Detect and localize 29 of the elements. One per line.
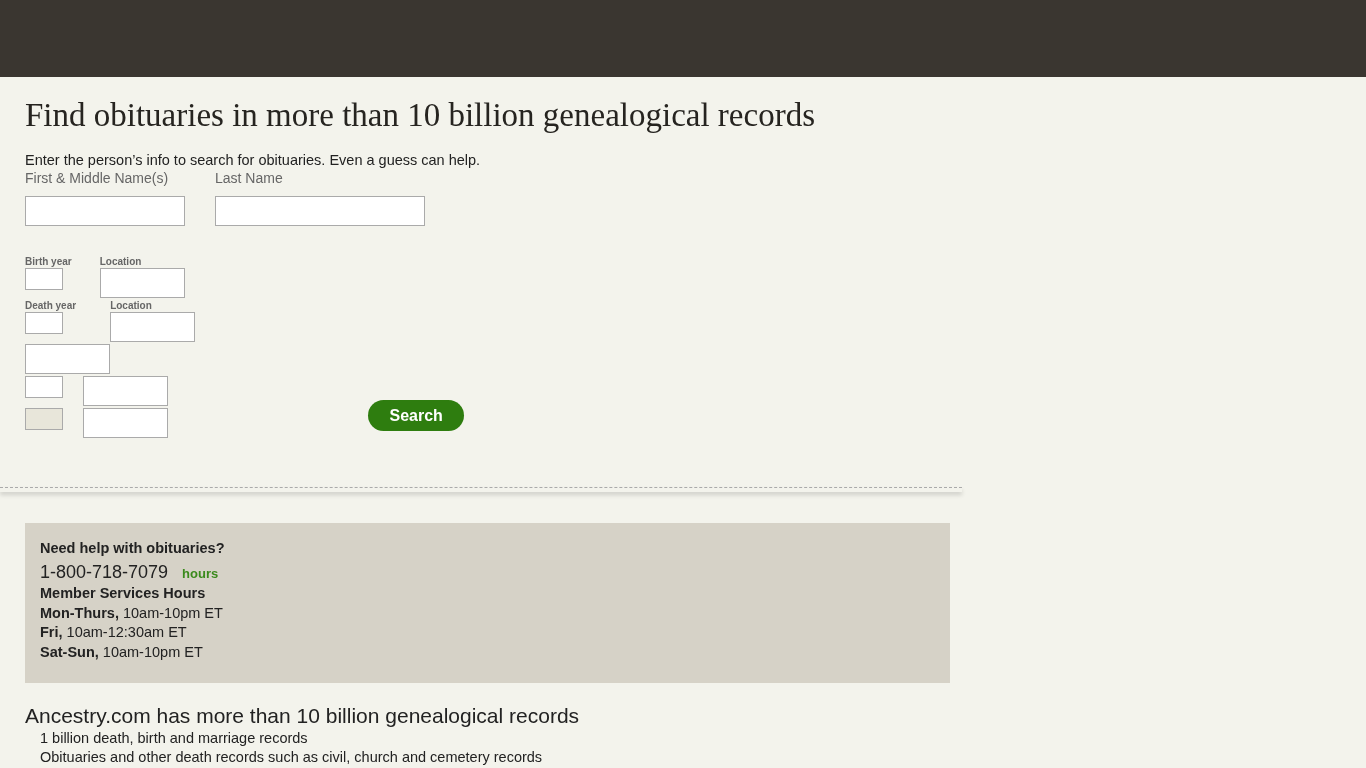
- location-input[interactable]: [83, 376, 168, 406]
- name-input[interactable]: [25, 196, 185, 226]
- year-input[interactable]: [25, 268, 63, 290]
- field-label: Location: [110, 300, 153, 312]
- hours-title: Member Services Hours: [40, 584, 207, 603]
- field-label: Birth year: [25, 256, 72, 268]
- hours-text: Fri, 10am-12:30am ET: [40, 623, 188, 642]
- hours-link[interactable]: hours: [182, 566, 219, 581]
- field-label: Location: [99, 256, 143, 268]
- help-title: Need help with obituaries?: [40, 540, 226, 557]
- field-label: Death year: [25, 300, 77, 312]
- records-item: 1 billion death, birth and marriage records: [39, 729, 309, 748]
- intro-text: Enter the person’s info to search for obituaries. Even a guess can help.: [25, 152, 482, 169]
- records-heading: Ancestry.com has more than 10 billion genealogical records: [25, 703, 581, 729]
- name-input[interactable]: [215, 196, 425, 226]
- location-input[interactable]: [99, 268, 185, 298]
- year-input[interactable]: [25, 312, 63, 334]
- field-label: Last Name: [215, 169, 284, 187]
- year-input[interactable]: [25, 376, 63, 398]
- location-input[interactable]: [25, 344, 110, 374]
- page-heading: Find obituaries in more than 10 billion genealogical records: [25, 96, 816, 135]
- location-input[interactable]: [110, 312, 196, 342]
- search-button[interactable]: Search: [368, 400, 465, 431]
- field-label: First & Middle Name(s): [25, 169, 170, 187]
- hours-text: Sat-Sun, 10am-10pm ET: [40, 642, 204, 662]
- location-input[interactable]: [83, 408, 168, 438]
- records-item: Obituaries and other death records such as civil, church and cemetery records: [39, 748, 544, 767]
- phone-number: 1-800-718-7079: [40, 561, 169, 584]
- hours-text: Mon-Thurs, 10am-10pm ET: [40, 603, 224, 623]
